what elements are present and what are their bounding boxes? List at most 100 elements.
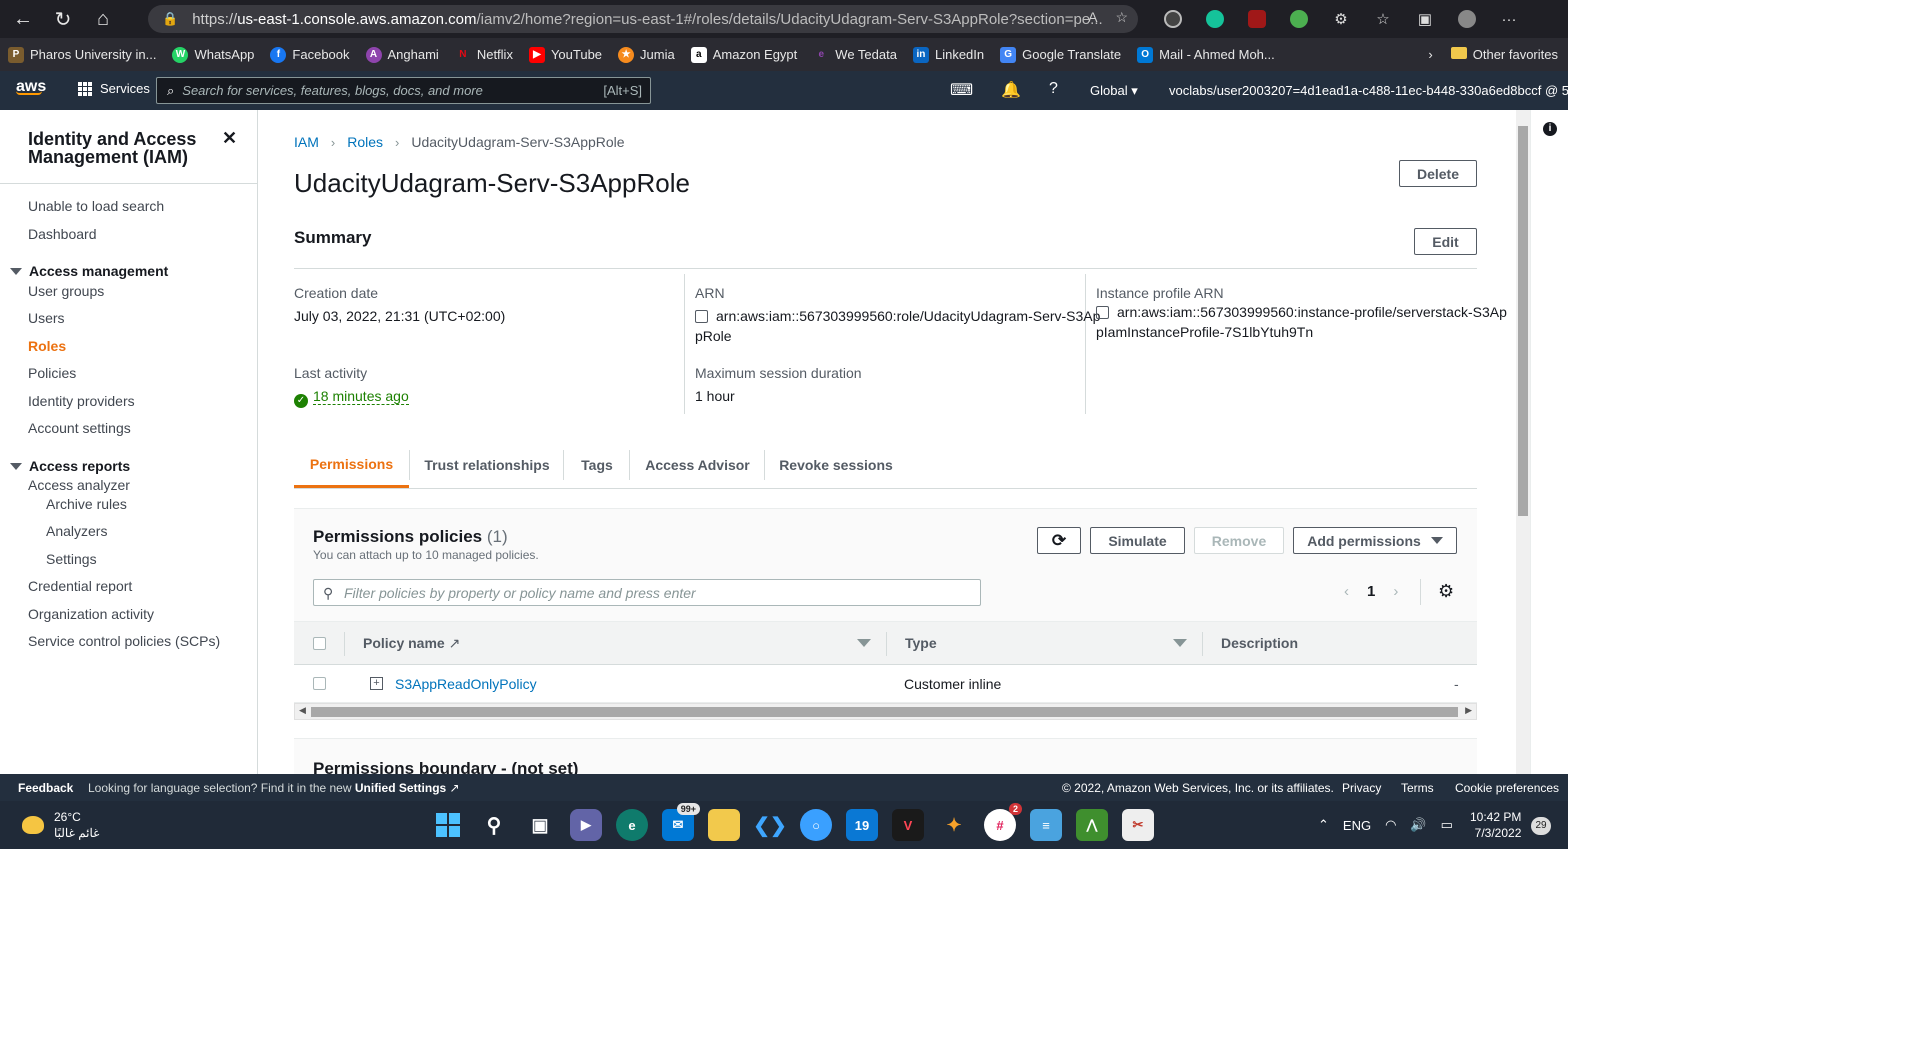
bookmark-youtube[interactable]: ▶ YouTube <box>528 46 602 63</box>
windows-start-icon[interactable] <box>432 809 464 841</box>
game-app-icon[interactable]: ✦ <box>938 809 970 841</box>
sidebar-item-organization-activity[interactable]: Organization activity <box>28 606 154 622</box>
sidebar-item-settings[interactable]: Settings <box>46 551 97 567</box>
sidebar-item-archive-rules[interactable]: Archive rules <box>46 496 127 512</box>
simulate-button[interactable]: Simulate <box>1090 527 1185 554</box>
region-selector[interactable]: Global ▾ <box>1090 83 1138 99</box>
sidebar-item-analyzers[interactable]: Analyzers <box>46 523 107 539</box>
bookmark-whatsapp[interactable]: W WhatsApp <box>172 46 254 63</box>
notification-count[interactable]: 29 <box>1531 817 1551 835</box>
breadcrumb-roles[interactable]: Roles <box>347 134 383 150</box>
sidebar-item-scps[interactable]: Service control policies (SCPs) <box>28 633 220 649</box>
bookmark-pharos[interactable]: P Pharos University in... <box>8 46 156 63</box>
column-policy-name[interactable]: Policy name ↗ <box>363 635 460 652</box>
expand-plus-icon[interactable]: + <box>370 677 383 690</box>
cloudshell-icon[interactable]: ⌨ <box>950 80 973 100</box>
sidebar-item-policies[interactable]: Policies <box>28 365 76 381</box>
tab-revoke-sessions[interactable]: Revoke sessions <box>766 442 906 488</box>
last-activity-value[interactable]: ✓ 18 minutes ago <box>294 386 409 408</box>
sidebar-section-access-management[interactable]: Access management <box>10 263 168 279</box>
task-view-icon[interactable]: ▣ <box>524 809 556 841</box>
info-icon[interactable]: i <box>1543 122 1557 136</box>
bookmark-linkedin[interactable]: in LinkedIn <box>912 46 984 63</box>
horizontal-scrollbar[interactable]: ◀ ▶ <box>294 703 1477 720</box>
sidebar-item-account-settings[interactable]: Account settings <box>28 420 131 436</box>
feedback-link[interactable]: Feedback <box>18 781 73 795</box>
column-type[interactable]: Type <box>905 635 937 651</box>
sidebar-item-user-groups[interactable]: User groups <box>28 283 104 299</box>
sidebar-item-access-analyzer[interactable]: Access analyzer <box>28 477 130 493</box>
copy-icon[interactable] <box>695 310 708 323</box>
breadcrumb-iam[interactable]: IAM <box>294 134 319 150</box>
browser-app-icon[interactable]: ○ <box>800 809 832 841</box>
chevron-right-icon[interactable]: › <box>1393 583 1398 600</box>
file-explorer-icon[interactable] <box>708 809 740 841</box>
tab-trust-relationships[interactable]: Trust relationships <box>411 442 563 488</box>
bookmark-facebook[interactable]: f Facebook <box>270 46 350 63</box>
refresh-icon[interactable]: ↻ <box>46 4 80 34</box>
vertical-scrollbar[interactable] <box>1516 110 1530 774</box>
language-indicator[interactable]: ENG <box>1343 818 1371 833</box>
bookmark-netflix[interactable]: N Netflix <box>455 47 513 63</box>
clock[interactable]: 10:42 PM 7/3/2022 <box>1470 809 1521 841</box>
sidebar-title[interactable]: Identity and Access Management (IAM) <box>28 130 218 166</box>
teams-chat-icon[interactable]: ▶ <box>570 809 602 841</box>
favorite-star-icon[interactable]: ☆ <box>1115 9 1128 26</box>
back-icon[interactable]: ← <box>6 4 40 34</box>
scroll-thumb[interactable] <box>1518 126 1528 516</box>
notepad-icon[interactable]: ≡ <box>1030 809 1062 841</box>
policy-name-link[interactable]: S3AppReadOnlyPolicy <box>395 676 537 692</box>
sidebar-item-users[interactable]: Users <box>28 310 65 326</box>
help-icon[interactable]: ? <box>1049 80 1058 100</box>
address-bar[interactable]: 🔒 https://us-east-1.console.aws.amazon.c… <box>148 5 1138 33</box>
sort-icon[interactable] <box>857 639 871 647</box>
sidebar-item-identity-providers[interactable]: Identity providers <box>28 393 135 409</box>
sidebar-section-access-reports[interactable]: Access reports <box>10 458 130 474</box>
calendar-icon[interactable]: 19 <box>846 809 878 841</box>
valorant-icon[interactable]: V <box>892 809 924 841</box>
bookmark-anghami[interactable]: A Anghami <box>365 46 439 63</box>
read-aloud-icon[interactable]: A <box>1088 9 1097 26</box>
snipping-tool-icon[interactable]: ✂ <box>1122 809 1154 841</box>
chart-app-icon[interactable]: ⋀ <box>1076 809 1108 841</box>
bookmark-wetedata[interactable]: e We Tedata <box>813 47 897 63</box>
scroll-thumb[interactable] <box>311 707 1458 717</box>
sidebar-item-roles[interactable]: Roles <box>28 338 66 354</box>
terms-link[interactable]: Terms <box>1401 781 1434 795</box>
edge-browser-icon[interactable]: e <box>616 809 648 841</box>
sidebar-item-dashboard[interactable]: Dashboard <box>28 226 97 242</box>
delete-button[interactable]: Delete <box>1399 160 1477 187</box>
extension-colorful-icon[interactable] <box>1284 4 1314 34</box>
slack-icon[interactable]: #2 <box>984 803 1022 841</box>
weather-widget[interactable]: 26°C غائم غالبًا <box>22 809 99 841</box>
extension-icon[interactable] <box>1158 4 1188 34</box>
edit-button[interactable]: Edit <box>1414 228 1477 255</box>
bookmark-google-translate[interactable]: G Google Translate <box>1000 46 1121 63</box>
unified-settings-link[interactable]: Unified Settings <box>355 781 446 795</box>
chevron-right-icon[interactable]: › <box>1428 47 1432 62</box>
chevron-left-icon[interactable]: ‹ <box>1344 583 1349 600</box>
bookmark-jumia[interactable]: ★ Jumia <box>618 46 675 63</box>
refresh-button[interactable]: ⟳ <box>1037 527 1081 554</box>
tab-access-advisor[interactable]: Access Advisor <box>631 442 764 488</box>
sidebar-item-credential-report[interactable]: Credential report <box>28 578 132 594</box>
search-icon[interactable]: ⚲ <box>478 809 510 841</box>
copy-icon[interactable] <box>1096 306 1109 319</box>
favorites-icon[interactable]: ☆ <box>1368 4 1398 34</box>
page-number[interactable]: 1 <box>1367 583 1375 600</box>
other-favorites[interactable]: Other favorites <box>1450 47 1558 62</box>
privacy-link[interactable]: Privacy <box>1342 781 1381 795</box>
gear-icon[interactable]: ⚙ <box>1438 581 1454 602</box>
close-icon[interactable]: ✕ <box>222 128 237 149</box>
wifi-icon[interactable]: ◠ <box>1385 817 1396 833</box>
more-menu-icon[interactable]: ··· <box>1494 4 1524 34</box>
scroll-left-icon[interactable]: ◀ <box>299 705 306 716</box>
profile-avatar-icon[interactable] <box>1452 4 1482 34</box>
tab-tags[interactable]: Tags <box>565 442 629 488</box>
grammarly-icon[interactable] <box>1200 4 1230 34</box>
cookie-preferences-link[interactable]: Cookie preferences <box>1455 781 1559 795</box>
account-menu[interactable]: voclabs/user2003207=4d1ead1a-c488-11ec-b… <box>1169 83 1597 99</box>
services-menu[interactable]: Services <box>78 81 150 96</box>
home-icon[interactable]: ⌂ <box>86 4 120 34</box>
battery-icon[interactable]: ▭ <box>1441 817 1453 833</box>
